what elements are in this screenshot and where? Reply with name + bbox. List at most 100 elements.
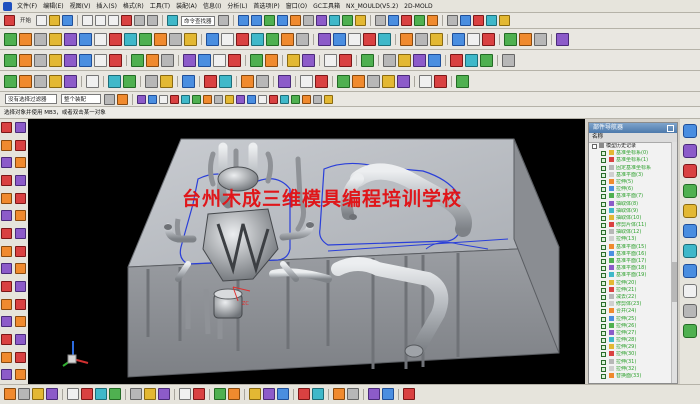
tree-node[interactable]: 替换面(33) [589, 373, 677, 380]
view-iso-icon[interactable] [15, 192, 26, 204]
edit-curve-icon[interactable] [400, 32, 413, 46]
more-icon[interactable] [502, 53, 515, 67]
mirror-icon[interactable] [302, 53, 315, 67]
analysis-icon[interactable] [485, 15, 497, 26]
shell-icon[interactable] [228, 53, 241, 67]
offset-face-icon[interactable] [324, 53, 337, 67]
divide-curve-icon[interactable] [333, 32, 346, 46]
edge-blend-icon[interactable] [183, 53, 196, 67]
block-icon[interactable] [397, 74, 410, 88]
section-view-icon[interactable] [179, 388, 191, 400]
spline-icon[interactable] [139, 32, 152, 46]
measure-angle-icon[interactable] [144, 388, 156, 400]
view-right-icon[interactable] [1, 192, 12, 204]
visibility-checkbox[interactable] [601, 294, 606, 300]
snap-center-icon[interactable] [159, 94, 168, 104]
visibility-checkbox[interactable] [601, 201, 606, 207]
scrollbar-thumb[interactable] [672, 262, 677, 302]
visibility-checkbox[interactable] [601, 158, 606, 164]
intersect-curve-icon[interactable] [236, 32, 249, 46]
extract-curve-icon[interactable] [251, 32, 264, 46]
polygon-icon[interactable] [109, 32, 122, 46]
thicken-icon[interactable] [398, 53, 411, 67]
invert-icon[interactable] [15, 245, 26, 257]
extension-icon[interactable] [123, 74, 136, 88]
tree-node[interactable]: 合并(24) [589, 308, 677, 315]
combine-curve-icon[interactable] [281, 32, 294, 46]
measure-icon[interactable] [472, 15, 484, 26]
menu-item[interactable]: 工具(T) [147, 0, 173, 13]
visibility-checkbox[interactable] [601, 330, 606, 336]
extrude-icon[interactable] [4, 53, 17, 67]
delete-icon[interactable] [121, 15, 133, 26]
visibility-checkbox[interactable] [601, 366, 606, 372]
new-file-icon[interactable] [36, 15, 48, 26]
snap-clear-icon[interactable] [313, 94, 322, 104]
tree-node[interactable]: 拉伸(25) [589, 315, 677, 323]
snap-polygon-icon[interactable] [258, 94, 267, 104]
animation-icon[interactable] [347, 388, 359, 400]
shade-icon[interactable] [15, 122, 26, 133]
copy-to-layer-icon[interactable] [46, 388, 58, 400]
more-icon[interactable] [456, 74, 469, 88]
layer-settings-icon[interactable] [18, 388, 30, 400]
silhouette-icon[interactable] [337, 74, 350, 88]
visibility-checkbox[interactable] [601, 338, 606, 344]
collapse-icon[interactable] [592, 144, 597, 149]
reflection-icon[interactable] [315, 74, 328, 88]
process-studio-icon[interactable] [683, 284, 697, 298]
visibility-checkbox[interactable] [601, 251, 606, 257]
vector-constructor-icon[interactable] [263, 388, 275, 400]
analysis-curvature-icon[interactable] [300, 74, 313, 88]
column-header-name[interactable]: 名称 [589, 133, 677, 143]
object-info-icon[interactable] [298, 388, 310, 400]
scale-icon[interactable] [383, 53, 396, 67]
rotate-icon[interactable] [1, 157, 12, 169]
visibility-checkbox[interactable] [601, 259, 606, 264]
zoom-icon[interactable] [250, 15, 262, 26]
perspective-icon[interactable] [1, 280, 12, 292]
menu-item[interactable]: 视图(V) [67, 0, 94, 13]
work-layer-icon[interactable] [4, 388, 16, 400]
lighting-icon[interactable] [15, 263, 26, 275]
visibility-checkbox[interactable] [601, 316, 606, 322]
visibility-checkbox[interactable] [601, 359, 606, 365]
menu-item[interactable]: GC工具箱 [310, 0, 343, 13]
capture-icon[interactable] [15, 351, 26, 363]
menu-item[interactable]: 文件(F) [14, 0, 40, 13]
snap-quadrant-icon[interactable] [170, 94, 179, 104]
graphics-window[interactable]: ZC 台州木成三维模具编程培训学校 [28, 119, 585, 384]
tree-node[interactable]: 基准平面(18) [589, 265, 677, 272]
rotate-icon[interactable] [263, 15, 275, 26]
point-constructor-icon[interactable] [249, 388, 261, 400]
tree-node[interactable]: 拉伸(27) [589, 329, 677, 337]
tree-node[interactable]: 减去(22) [589, 293, 677, 301]
view-top-icon[interactable] [1, 174, 12, 186]
show-hide-icon[interactable] [387, 15, 399, 26]
trim-curve-icon[interactable] [318, 32, 331, 46]
ellipse-icon[interactable] [124, 32, 137, 46]
sphere-icon[interactable] [382, 74, 395, 88]
visibility-checkbox[interactable] [601, 237, 606, 243]
snap-midpoint-icon[interactable] [148, 94, 157, 104]
render-icon[interactable] [1, 263, 12, 275]
match-edge-icon[interactable] [278, 74, 291, 88]
snap-reset-icon[interactable] [324, 94, 333, 104]
fit-icon[interactable] [1, 139, 12, 151]
replace-face-icon[interactable] [339, 53, 352, 67]
tree-node[interactable]: 拉伸(13) [589, 236, 677, 243]
start-button[interactable]: 开始 [18, 16, 33, 26]
command-finder-button[interactable]: 命令查找器 [181, 15, 215, 26]
tree-node[interactable]: 拉伸(31) [589, 358, 677, 366]
point-icon[interactable] [64, 32, 77, 46]
sketch-icon[interactable] [4, 32, 17, 46]
smooth-spline-icon[interactable] [430, 32, 443, 46]
pan-icon[interactable] [276, 15, 288, 26]
reuse-library-icon[interactable] [683, 184, 697, 198]
bridge-curve-icon[interactable] [266, 32, 279, 46]
styled-blend-icon[interactable] [219, 74, 232, 88]
menu-item[interactable]: 格式(R) [120, 0, 147, 13]
synchronous-icon[interactable] [450, 53, 463, 67]
snap-existing-icon[interactable] [192, 94, 201, 104]
wrap-curve-icon[interactable] [296, 32, 309, 46]
